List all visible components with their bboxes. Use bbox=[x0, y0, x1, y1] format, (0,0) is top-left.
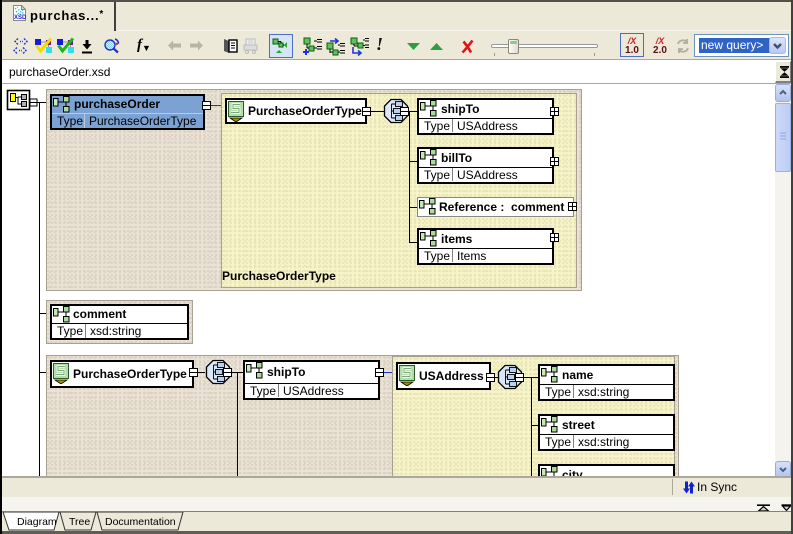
svg-text:Documentation: Documentation bbox=[105, 516, 176, 528]
svg-text:Diagram: Diagram bbox=[17, 516, 57, 528]
svg-text:XSD: XSD bbox=[14, 15, 26, 21]
svg-text:Tree: Tree bbox=[69, 516, 90, 528]
